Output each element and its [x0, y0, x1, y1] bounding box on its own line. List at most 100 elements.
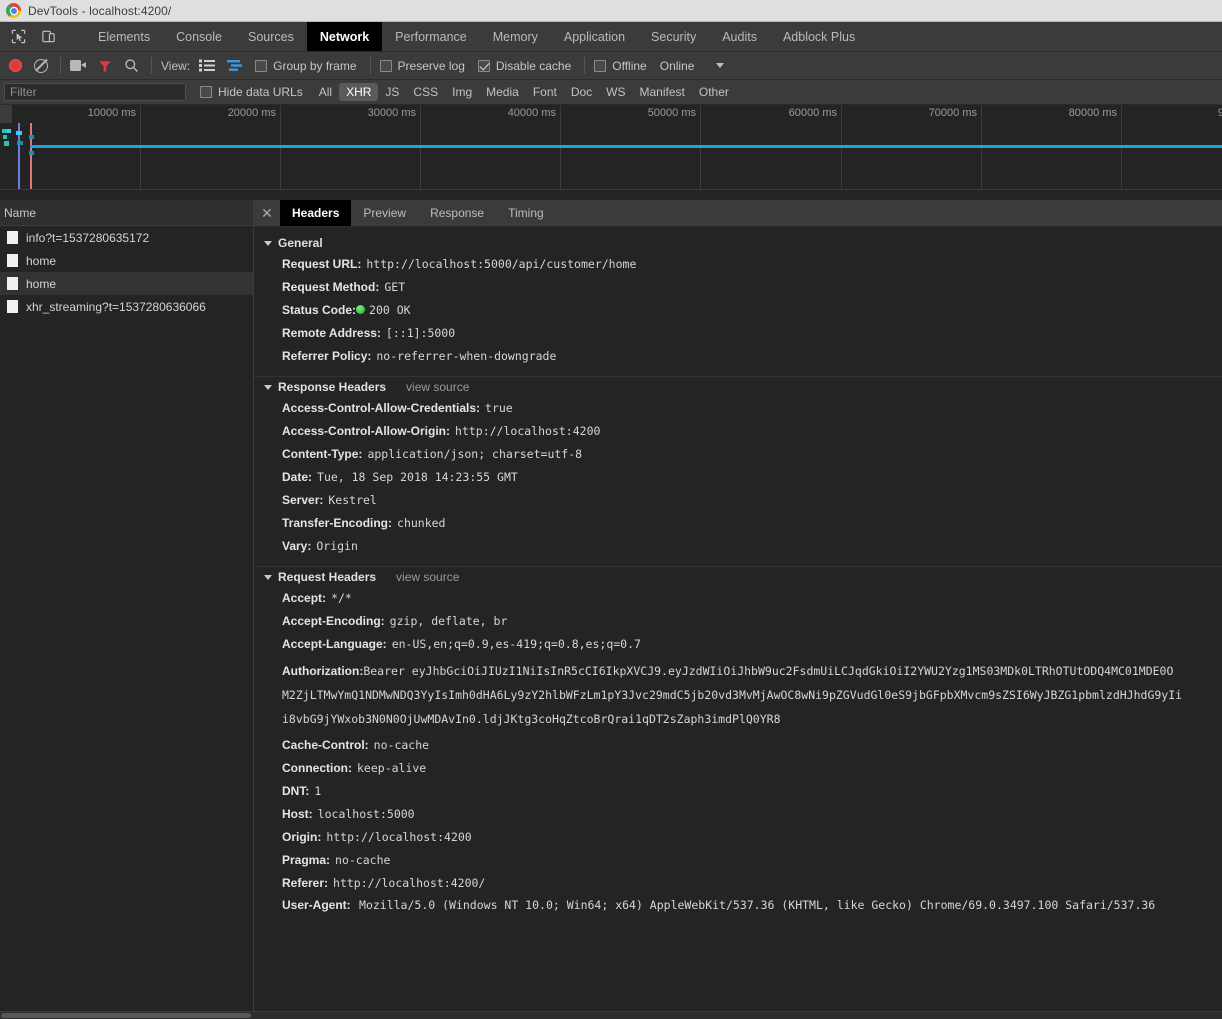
tab-audits[interactable]: Audits: [709, 22, 770, 51]
detail-tab-preview[interactable]: Preview: [351, 200, 418, 226]
tab-elements[interactable]: Elements: [85, 22, 163, 51]
window-titlebar: DevTools - localhost:4200/: [0, 0, 1222, 22]
type-filter-other[interactable]: Other: [692, 83, 736, 101]
detail-tab-timing[interactable]: Timing: [496, 200, 556, 226]
tab-network[interactable]: Network: [306, 22, 383, 51]
capture-screenshots-button[interactable]: [70, 56, 86, 76]
chrome-logo: [6, 3, 21, 18]
tab-memory[interactable]: Memory: [480, 22, 551, 51]
header-name: Transfer-Encoding:: [282, 516, 393, 530]
request-row-selected[interactable]: home: [0, 272, 253, 295]
header-value: application/json; charset=utf-8: [367, 447, 583, 461]
type-filter-img[interactable]: Img: [445, 83, 479, 101]
network-filter-bar: Hide data URLs All XHR JS CSS Img Media …: [0, 80, 1222, 105]
tab-application[interactable]: Application: [551, 22, 638, 51]
hide-data-urls-checkbox[interactable]: Hide data URLs: [200, 85, 303, 99]
header-row: Vary: Origin: [254, 535, 1222, 558]
tab-security[interactable]: Security: [638, 22, 709, 51]
type-filter-doc[interactable]: Doc: [564, 83, 599, 101]
waterfall-view-button[interactable]: [227, 56, 243, 76]
overview-request-bar: [17, 141, 23, 145]
scrollbar-thumb[interactable]: [1, 1013, 251, 1018]
header-row: Connection: keep-alive: [254, 757, 1222, 780]
header-value: localhost:5000: [317, 807, 415, 821]
header-name: Pragma:: [282, 853, 331, 867]
ruler-label: 10000 ms: [87, 107, 136, 119]
filter-button[interactable]: [98, 56, 112, 76]
type-filter-manifest[interactable]: Manifest: [633, 83, 692, 101]
header-row: Access-Control-Allow-Credentials: true: [254, 397, 1222, 420]
resource-type-filters: All XHR JS CSS Img Media Font Doc WS Man…: [312, 83, 736, 101]
overview-request-bar: [16, 131, 22, 135]
toolbar-divider: [369, 57, 371, 74]
search-icon: [125, 59, 138, 72]
header-name: Authorization:: [282, 664, 364, 678]
overview-request-bar: [3, 135, 7, 139]
type-filter-xhr[interactable]: XHR: [339, 83, 379, 101]
header-row: Referer: http://localhost:4200/: [254, 872, 1222, 895]
type-filter-css[interactable]: CSS: [406, 83, 445, 101]
header-value: http://localhost:4200: [326, 830, 472, 844]
section-request-headers[interactable]: Request Headers view source: [254, 566, 1222, 587]
tab-performance[interactable]: Performance: [382, 22, 480, 51]
header-name: User-Agent:: [282, 898, 351, 912]
tab-adblock-plus[interactable]: Adblock Plus: [770, 22, 868, 51]
detail-tabstrip: ✕ Headers Preview Response Timing: [254, 200, 1222, 227]
type-filter-js[interactable]: JS: [378, 83, 406, 101]
throttling-select-value[interactable]: Online: [660, 59, 695, 73]
header-name: Vary:: [282, 539, 312, 553]
header-name: Accept-Encoding:: [282, 614, 385, 628]
waterfall-view-icon: [227, 60, 243, 71]
overview-request-bar: [7, 129, 11, 133]
section-general[interactable]: General: [254, 233, 1222, 253]
view-source-link[interactable]: view source: [406, 380, 469, 394]
request-row[interactable]: home: [0, 249, 253, 272]
devtools-tabstrip: Elements Console Sources Network Perform…: [0, 22, 1222, 52]
header-row: Accept-Language: en-US,en;q=0.9,es-419;q…: [254, 633, 1222, 656]
tab-console[interactable]: Console: [163, 22, 235, 51]
header-row: Cache-Control: no-cache: [254, 734, 1222, 757]
group-by-frame-checkbox[interactable]: Group by frame: [255, 59, 357, 73]
section-response-headers[interactable]: Response Headers view source: [254, 376, 1222, 397]
tab-sources[interactable]: Sources: [235, 22, 307, 51]
header-value: [::1]:5000: [385, 326, 456, 340]
inspect-element-icon[interactable]: [10, 29, 26, 45]
filter-input[interactable]: [4, 83, 186, 101]
header-name: Host:: [282, 807, 313, 821]
offline-checkbox[interactable]: Offline: [594, 59, 647, 73]
header-row: DNT: 1: [254, 780, 1222, 803]
type-filter-font[interactable]: Font: [526, 83, 564, 101]
detail-tab-response[interactable]: Response: [418, 200, 496, 226]
clear-button[interactable]: [34, 56, 48, 76]
list-view-button[interactable]: [199, 56, 216, 76]
type-filter-media[interactable]: Media: [479, 83, 526, 101]
header-row: Pragma: no-cache: [254, 849, 1222, 872]
search-button[interactable]: [124, 56, 139, 76]
network-content: Name info?t=1537280635172 home home xhr_…: [0, 200, 1222, 1019]
header-value: keep-alive: [357, 761, 427, 775]
ruler-label: 9: [1218, 107, 1222, 119]
header-value: gzip, deflate, br: [389, 614, 508, 628]
view-source-link[interactable]: view source: [396, 570, 459, 584]
request-row[interactable]: xhr_streaming?t=1537280636066: [0, 295, 253, 318]
header-row: Request URL: http://localhost:5000/api/c…: [254, 253, 1222, 276]
detail-tab-headers[interactable]: Headers: [280, 200, 352, 226]
close-icon[interactable]: ✕: [254, 200, 280, 226]
ruler-label: 70000 ms: [928, 107, 977, 119]
type-filter-ws[interactable]: WS: [599, 83, 632, 101]
header-value: Kestrel: [328, 493, 377, 507]
network-overview-timeline[interactable]: 10000 ms 20000 ms 30000 ms 40000 ms 5000…: [0, 105, 1222, 190]
chevron-down-icon[interactable]: [716, 63, 725, 68]
devtools-tabs: Elements Console Sources Network Perform…: [85, 22, 868, 51]
chevron-down-icon: [264, 574, 272, 580]
header-row: Origin: http://localhost:4200: [254, 826, 1222, 849]
type-filter-all[interactable]: All: [312, 83, 339, 101]
disable-cache-checkbox[interactable]: Disable cache: [477, 59, 571, 73]
record-button[interactable]: [9, 56, 22, 76]
preserve-log-checkbox[interactable]: Preserve log: [379, 59, 465, 73]
toggle-device-toolbar-icon[interactable]: [40, 29, 56, 45]
camera-icon: [70, 60, 86, 71]
request-row[interactable]: info?t=1537280635172: [0, 226, 253, 249]
overview-corner: [0, 105, 12, 123]
horizontal-scrollbar[interactable]: [0, 1011, 1222, 1019]
